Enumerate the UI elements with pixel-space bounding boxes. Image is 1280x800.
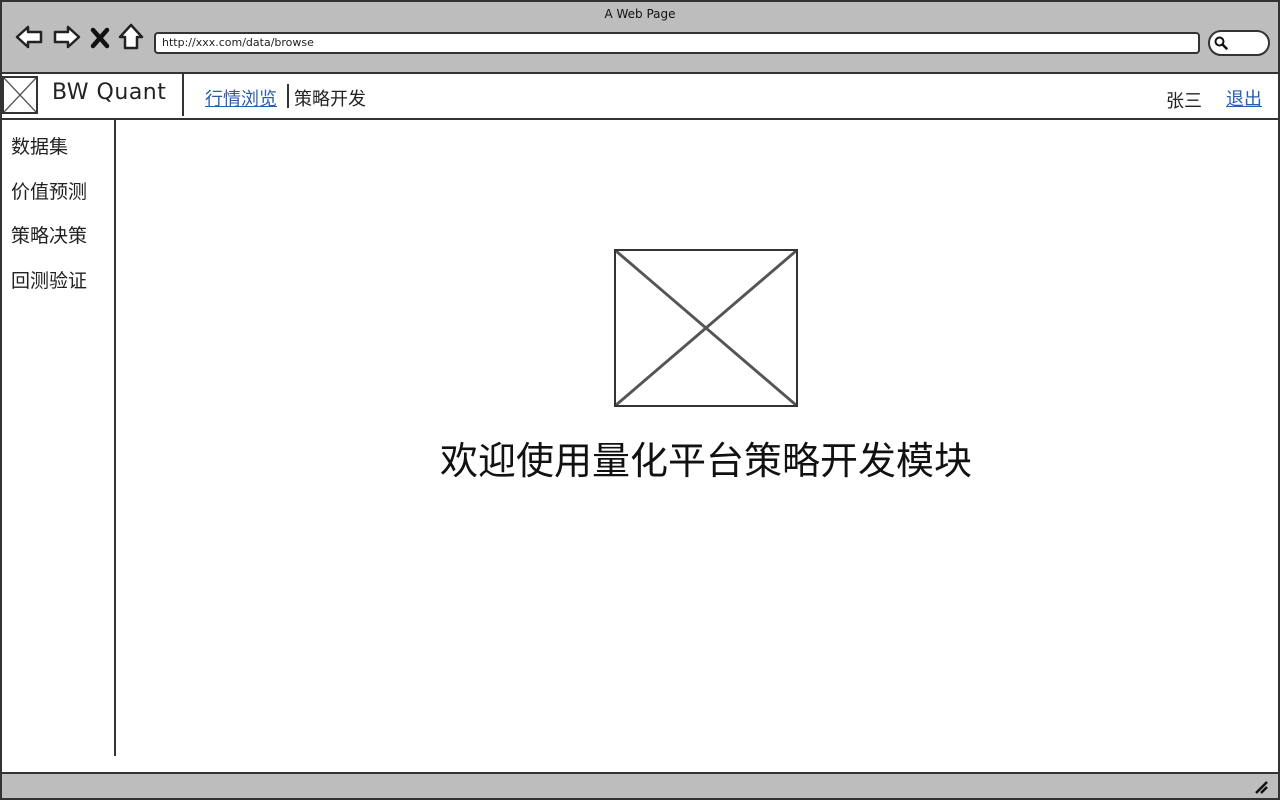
resize-grip-icon[interactable]: [1254, 780, 1268, 794]
back-arrow-icon[interactable]: [14, 22, 44, 52]
sidebar-item-strategy-decision[interactable]: 策略决策: [11, 221, 87, 248]
forward-arrow-icon[interactable]: [52, 22, 82, 52]
app-header: BW Quant 行情浏览 策略开发 张三 退出: [2, 74, 1278, 120]
status-bar: [2, 772, 1278, 798]
header-divider: [182, 74, 184, 116]
hero-image-placeholder: [614, 249, 798, 407]
welcome-message: 欢迎使用量化平台策略开发模块: [439, 439, 972, 483]
sidebar-item-backtest[interactable]: 回测验证: [11, 266, 87, 293]
home-icon[interactable]: [116, 22, 146, 52]
sidebar-item-dataset[interactable]: 数据集: [11, 132, 68, 159]
close-icon[interactable]: [88, 22, 112, 52]
nav-strategy-dev[interactable]: 策略开发: [294, 85, 366, 111]
address-bar[interactable]: http://xxx.com/data/browse: [154, 32, 1200, 54]
search-icon: [1214, 36, 1228, 50]
image-placeholder-icon: [2, 76, 38, 114]
nav-market-browse[interactable]: 行情浏览: [205, 85, 277, 111]
browser-chrome: A Web Page http://xxx.com/data/browse: [2, 2, 1278, 74]
sidebar-item-value-prediction[interactable]: 价值预测: [11, 177, 87, 204]
brand-name: BW Quant: [52, 80, 167, 105]
user-name: 张三: [1166, 91, 1202, 112]
search-button[interactable]: [1208, 30, 1270, 56]
nav-separator: [287, 84, 289, 108]
window-title: A Web Page: [604, 7, 676, 21]
logout-link[interactable]: 退出: [1226, 85, 1262, 111]
